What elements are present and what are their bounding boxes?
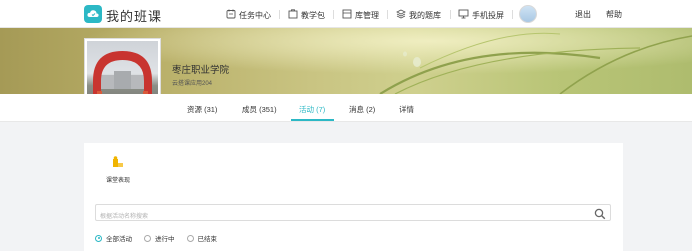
nav-label: 教学包 [301, 10, 325, 20]
filter-all-activities[interactable]: 全部活动 [95, 233, 132, 243]
app-title[interactable]: 我的班课 [106, 6, 162, 25]
cloud-logo-icon[interactable] [84, 5, 102, 23]
search-icon[interactable] [594, 207, 606, 220]
nav-library[interactable]: 库管理 [342, 8, 379, 22]
tab-resources[interactable]: 资源 (31) [187, 104, 217, 115]
nav-divider [279, 10, 280, 19]
help-link[interactable]: 帮助 [606, 9, 622, 20]
activity-search [95, 204, 611, 225]
filter-in-progress[interactable]: 进行中 [144, 233, 175, 243]
tab-members[interactable]: 成员 (351) [242, 104, 277, 115]
tab-messages[interactable]: 消息 (2) [349, 104, 375, 115]
activity-panel: 课堂表现 全部活动 进行中 已结束 [84, 143, 623, 251]
radio-icon [186, 234, 194, 242]
nav-label: 库管理 [355, 10, 379, 20]
class-tabs: 资源 (31) 成员 (351) 活动 (7) 消息 (2) 详情 [0, 94, 692, 122]
user-avatar[interactable] [519, 5, 537, 23]
tool-label: 课堂表现 [105, 178, 130, 184]
tab-details[interactable]: 详情 [399, 104, 414, 115]
top-nav: 我的班课 任务中心 教学包 库管理 我的题库 手机投屏 退出 帮助 [0, 0, 692, 28]
screen-cast-icon [458, 9, 469, 21]
nav-teaching-package[interactable]: 教学包 [288, 8, 325, 22]
nav-screen-cast[interactable]: 手机投屏 [458, 8, 504, 22]
library-icon [342, 9, 352, 21]
tab-activities[interactable]: 活动 (7) [299, 104, 325, 115]
class-name: 云搭课应用204 [172, 81, 213, 87]
filter-label: 进行中 [155, 236, 175, 243]
nav-label: 手机投屏 [472, 10, 504, 20]
activity-status-filter: 全部活动 进行中 已结束 [95, 233, 229, 243]
nav-divider [512, 10, 513, 19]
filter-label: 已结束 [197, 236, 218, 243]
question-bank-icon [396, 9, 406, 21]
active-tab-indicator [291, 119, 334, 121]
nav-label: 我的题库 [409, 10, 441, 20]
radio-icon [144, 234, 151, 242]
classroom-performance-icon [112, 155, 124, 172]
nav-task-center[interactable]: 任务中心 [226, 8, 271, 22]
radio-selected-icon [95, 234, 102, 242]
logout-link[interactable]: 退出 [575, 9, 591, 20]
nav-label: 任务中心 [239, 10, 271, 20]
activity-search-input[interactable] [96, 209, 576, 225]
nav-divider [387, 10, 388, 19]
filter-ended[interactable]: 已结束 [186, 233, 218, 243]
school-name: 枣庄职业学院 [172, 65, 230, 76]
nav-divider [450, 10, 451, 19]
nav-question-bank[interactable]: 我的题库 [396, 8, 441, 22]
filter-label: 全部活动 [106, 236, 132, 243]
package-icon [288, 9, 298, 21]
nav-divider [333, 10, 334, 19]
classroom-performance-button[interactable]: 课堂表现 [98, 155, 138, 184]
task-icon [226, 9, 236, 21]
